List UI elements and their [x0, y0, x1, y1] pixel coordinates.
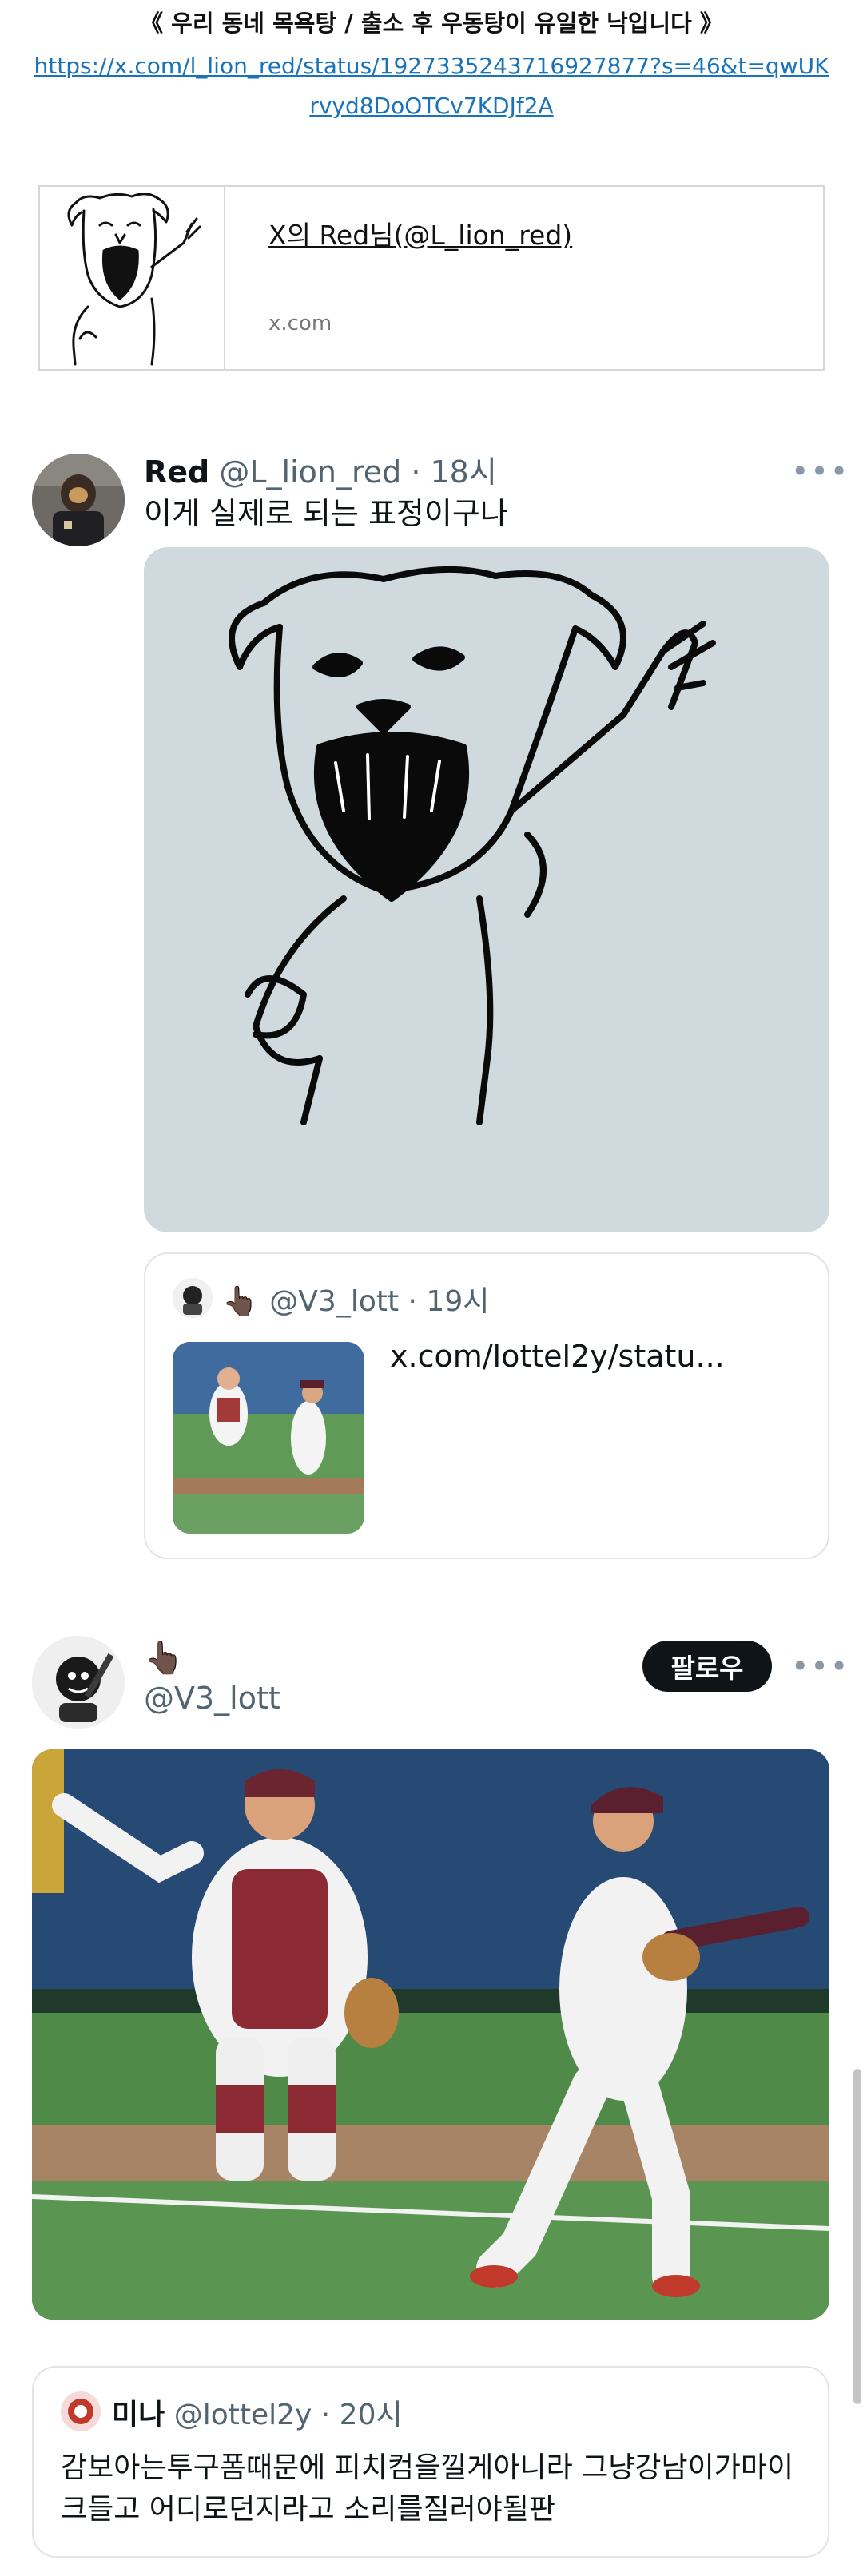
quoted-tweet-text: 감보아는투구폼때문에 피치컴을낄게아니라 그냥강남이가마이크들고 어디로던지라고… — [61, 2451, 794, 2526]
tweet-time[interactable]: · 18시 — [411, 454, 496, 490]
avatar[interactable] — [173, 1278, 213, 1318]
avatar[interactable] — [32, 1636, 125, 1729]
user-avatar-icon — [32, 1636, 125, 1729]
quoted-tweet[interactable]: 미나 @lottel2y · 20시 감보아는투구폼때문에 피치컴을낄게아니라 … — [32, 2366, 829, 2558]
screaming-dog-doodle-image — [229, 566, 716, 1125]
quoted-tweet-header: 미나 @lottel2y · 20시 — [112, 2391, 403, 2433]
baseball-players-image — [32, 1749, 829, 2320]
page-title: 《 우리 동네 목욕탕 / 출소 후 우동탕이 유일한 낙입니다 》 — [140, 10, 723, 37]
author-name[interactable]: 👆🏿 — [222, 1285, 260, 1318]
avatar[interactable] — [32, 454, 125, 546]
follow-button[interactable]: 팔로우 — [642, 1641, 772, 1692]
author-name[interactable]: 👆🏿 — [144, 1639, 187, 1677]
link-card-thumbnail — [40, 187, 225, 369]
author-name[interactable]: Red — [144, 454, 209, 490]
user-avatar-icon — [32, 454, 125, 546]
author-handle[interactable]: @V3_lott — [269, 1285, 399, 1318]
author-name[interactable]: 미나 — [112, 2399, 165, 2431]
tweet-media[interactable] — [144, 547, 829, 1232]
avatar[interactable] — [61, 2391, 101, 2431]
tweet-header: Red @L_lion_red · 18시 — [144, 447, 497, 491]
more-horizontal-icon[interactable]: ••• — [791, 1649, 849, 1684]
quoted-tweet-link[interactable]: x.com/lottel2y/statu... — [390, 1339, 725, 1374]
link-preview-card[interactable]: X의 Red님(@L_lion_red) x.com — [38, 185, 825, 371]
author-handle[interactable]: @lottel2y — [174, 2399, 312, 2431]
author-handle[interactable]: @L_lion_red — [219, 454, 401, 490]
tweet-time[interactable]: · 20시 — [321, 2399, 403, 2431]
quoted-tweet[interactable]: 👆🏿 @V3_lott · 19시 x.com/lottel2y/statu..… — [144, 1252, 829, 1559]
quoted-tweet-thumbnail[interactable] — [173, 1342, 364, 1534]
baseball-players-image — [173, 1342, 364, 1534]
tweet-media[interactable] — [32, 1749, 829, 2320]
author-handle[interactable]: @V3_lott — [144, 1681, 280, 1716]
user-avatar-icon — [173, 1278, 213, 1318]
link-card-domain: x.com — [268, 312, 332, 335]
source-link[interactable]: https://x.com/l_lion_red/status/19273352… — [32, 46, 831, 126]
tweet-time[interactable]: · 19시 — [408, 1285, 490, 1318]
user-avatar-icon — [61, 2391, 101, 2431]
quoted-tweet-header: 👆🏿 @V3_lott · 19시 — [222, 1278, 489, 1320]
more-horizontal-icon[interactable]: ••• — [791, 454, 849, 489]
link-card-title[interactable]: X의 Red님(@L_lion_red) — [268, 214, 572, 252]
tweet-text: 이게 실제로 되는 표정이구나 — [144, 496, 508, 531]
scrollbar[interactable] — [853, 2069, 861, 2404]
screaming-dog-doodle-icon — [67, 193, 201, 366]
